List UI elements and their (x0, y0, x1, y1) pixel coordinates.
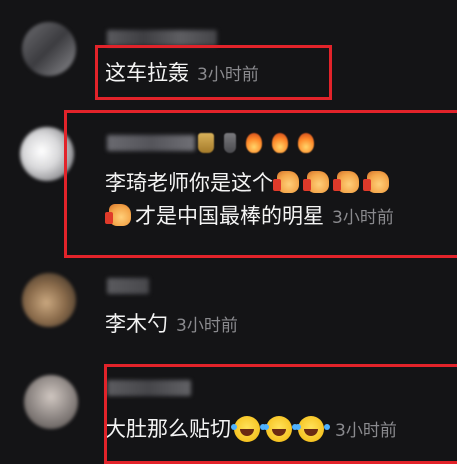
blurred-username[interactable] (107, 30, 217, 46)
highlight-box (95, 45, 332, 100)
blurred-username[interactable] (107, 278, 149, 294)
highlight-box (104, 364, 457, 464)
comment-body: 李木勺 (105, 312, 168, 336)
avatar[interactable] (24, 375, 78, 429)
highlight-box (64, 110, 457, 258)
avatar[interactable] (22, 22, 76, 76)
avatar[interactable] (22, 273, 76, 327)
comment-text-3: 李木勺 3小时前 (105, 309, 238, 341)
comment-timestamp: 3小时前 (176, 316, 238, 336)
